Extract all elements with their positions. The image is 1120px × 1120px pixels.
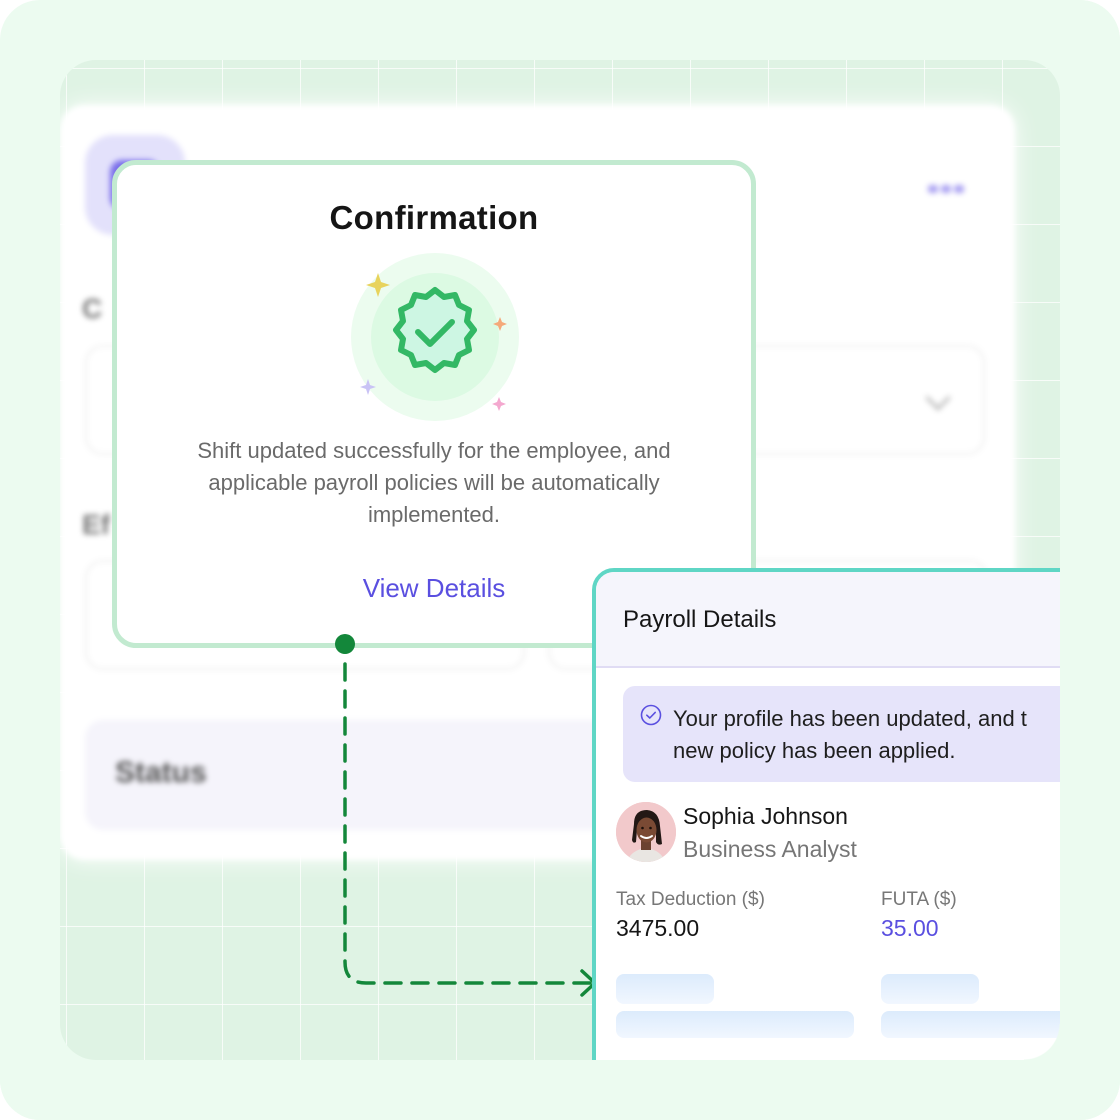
tax-deduction-value: 3475.00 bbox=[616, 915, 700, 941]
tax-deduction-label: Tax Deduction ($) bbox=[616, 889, 765, 910]
background-field-label: Ef bbox=[82, 509, 110, 540]
skeleton-placeholder bbox=[616, 1011, 854, 1038]
frame-corner bbox=[1024, 1024, 1060, 1060]
futa-label: FUTA ($) bbox=[881, 889, 957, 910]
frame-edge bbox=[0, 1060, 1120, 1120]
success-alert: Your profile has been updated, and t new… bbox=[623, 686, 1120, 782]
confirmation-title: Confirmation bbox=[329, 199, 539, 236]
sparkle-icon bbox=[492, 397, 506, 411]
status-label: Status bbox=[115, 756, 207, 789]
employee-name: Sophia Johnson bbox=[683, 803, 848, 829]
skeleton-placeholder bbox=[881, 974, 979, 1004]
view-details-label: View Details bbox=[362, 573, 506, 603]
confirmation-message: Shift updated successfully for the emplo… bbox=[197, 438, 671, 527]
payroll-header: Payroll Details bbox=[596, 572, 1120, 668]
employee-role: Business Analyst bbox=[683, 836, 857, 862]
frame-edge bbox=[1060, 0, 1120, 1120]
skeleton-placeholder bbox=[616, 974, 714, 1004]
futa-value: 35.00 bbox=[881, 915, 939, 941]
canvas-background: C Ef Status Confirmation Shift updated s… bbox=[0, 0, 1120, 1120]
more-dots-icon[interactable] bbox=[928, 185, 964, 193]
verified-badge-check-icon bbox=[350, 253, 520, 423]
employee-avatar bbox=[616, 802, 676, 862]
check-circle-icon bbox=[640, 704, 662, 726]
chevron-down-icon bbox=[925, 385, 951, 411]
alert-text-line: new policy has been applied. bbox=[673, 738, 956, 763]
alert-text-line: Your profile has been updated, and t bbox=[673, 706, 1027, 731]
background-field-label: C bbox=[82, 293, 103, 324]
payroll-title: Payroll Details bbox=[623, 606, 777, 633]
